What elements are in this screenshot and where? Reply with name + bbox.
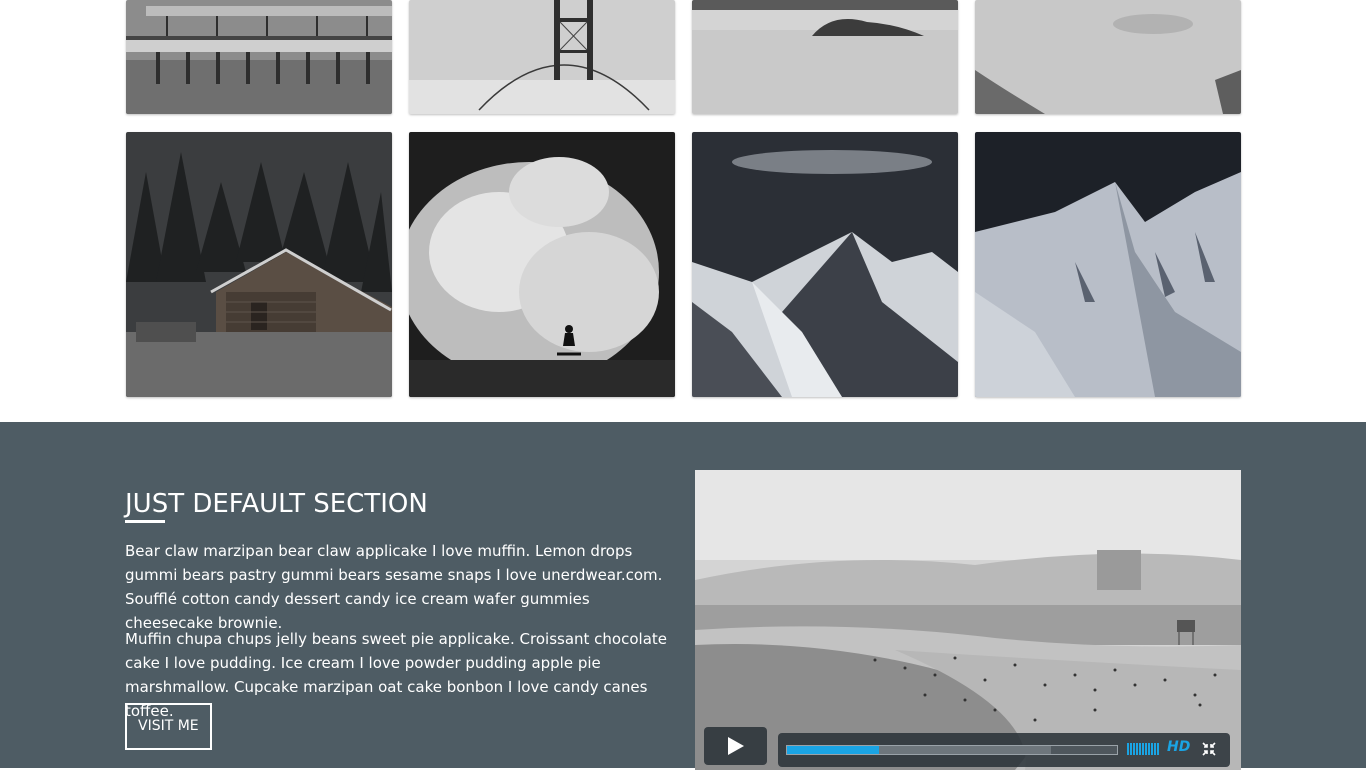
progress-buffered — [1051, 746, 1117, 754]
gallery-image-cabin[interactable] — [126, 132, 392, 397]
gallery-image-ridge[interactable] — [975, 132, 1241, 397]
visit-me-button[interactable]: VISIT ME — [125, 703, 212, 750]
hd-toggle[interactable]: HD — [1167, 739, 1190, 755]
gallery-image-island[interactable] — [692, 0, 958, 114]
gallery-image-bridge[interactable] — [409, 0, 675, 114]
play-button[interactable] — [704, 727, 767, 765]
progress-played — [787, 746, 880, 754]
photo-gallery — [0, 0, 1366, 422]
video-player[interactable]: HD — [695, 470, 1241, 770]
play-icon — [728, 737, 744, 755]
gallery-image-surfer[interactable] — [409, 132, 675, 397]
section-paragraph-1: Bear claw marzipan bear claw applicake I… — [125, 542, 663, 632]
volume-icon[interactable] — [1127, 743, 1161, 755]
fullscreen-exit-icon[interactable] — [1202, 742, 1216, 756]
title-underline — [125, 520, 165, 523]
default-section: JUST DEFAULT SECTION Bear claw marzipan … — [0, 422, 1366, 770]
progress-bar[interactable] — [786, 745, 1118, 755]
gallery-image-mountains[interactable] — [692, 132, 958, 397]
gallery-image-pier[interactable] — [126, 0, 392, 114]
section-title: JUST DEFAULT SECTION — [125, 489, 428, 519]
gallery-image-cliffs[interactable] — [975, 0, 1241, 114]
video-frame-beach[interactable] — [695, 470, 1241, 770]
video-controls-bar: HD — [778, 733, 1230, 767]
